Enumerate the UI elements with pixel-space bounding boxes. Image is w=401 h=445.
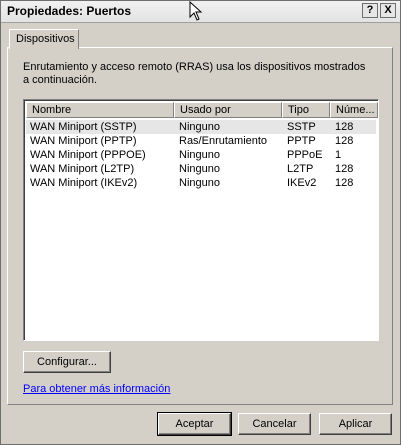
list-header: Nombre Usado por Tipo Núme... xyxy=(26,102,378,118)
devices-list[interactable]: Nombre Usado por Tipo Núme... WAN Minipo… xyxy=(23,99,379,341)
cell-numero: 128 xyxy=(335,135,354,147)
close-button[interactable]: X xyxy=(380,3,396,18)
cell-usado-por: Ninguno xyxy=(179,149,220,161)
cell-nombre: WAN Miniport (L2TP) xyxy=(30,163,135,175)
cancel-button[interactable]: Cancelar xyxy=(238,413,311,435)
cell-tipo: L2TP xyxy=(287,163,314,175)
cell-nombre: WAN Miniport (IKEv2) xyxy=(30,177,138,189)
table-row[interactable]: WAN Miniport (IKEv2) Ninguno IKEv2 128 xyxy=(26,176,376,190)
help-button[interactable]: ? xyxy=(362,3,378,18)
cell-numero: 128 xyxy=(335,121,354,133)
configure-button[interactable]: Configurar... xyxy=(23,351,111,373)
table-row[interactable]: WAN Miniport (PPPOE) Ninguno PPPoE 1 xyxy=(26,148,376,162)
column-header-numero[interactable]: Núme... xyxy=(330,102,378,118)
window-title: Propiedades: Puertos xyxy=(7,4,132,18)
column-header-usado-por[interactable]: Usado por xyxy=(174,102,282,118)
cell-numero: 128 xyxy=(335,177,354,189)
cell-tipo: IKEv2 xyxy=(287,177,317,189)
cell-tipo: PPPoE xyxy=(287,149,323,161)
cell-numero: 128 xyxy=(335,163,354,175)
cell-nombre: WAN Miniport (SSTP) xyxy=(30,121,137,133)
table-row[interactable]: WAN Miniport (L2TP) Ninguno L2TP 128 xyxy=(26,162,376,176)
cell-numero: 1 xyxy=(335,149,342,161)
cell-usado-por: Ninguno xyxy=(179,163,220,175)
apply-button[interactable]: Aplicar xyxy=(319,413,392,435)
column-header-nombre[interactable]: Nombre xyxy=(26,102,174,118)
mouse-cursor-icon xyxy=(189,1,203,21)
tab-label: Dispositivos xyxy=(16,33,75,45)
ok-button[interactable]: Aceptar xyxy=(157,412,232,436)
description-text: Enrutamiento y acceso remoto (RRAS) usa … xyxy=(23,61,366,86)
cell-usado-por: Ras/Enrutamiento xyxy=(179,135,268,147)
properties-dialog: Propiedades: Puertos ? X Dispositivos En… xyxy=(0,0,401,445)
more-info-link[interactable]: Para obtener más información xyxy=(23,383,170,395)
cell-nombre: WAN Miniport (PPPOE) xyxy=(30,149,146,161)
cell-usado-por: Ninguno xyxy=(179,121,220,133)
cell-nombre: WAN Miniport (PPTP) xyxy=(30,135,137,147)
table-row[interactable]: WAN Miniport (PPTP) Ras/Enrutamiento PPT… xyxy=(26,134,376,148)
tab-dispositivos[interactable]: Dispositivos xyxy=(9,29,79,49)
cell-usado-por: Ninguno xyxy=(179,177,220,189)
cell-tipo: PPTP xyxy=(287,135,316,147)
cell-tipo: SSTP xyxy=(287,121,316,133)
table-row[interactable]: WAN Miniport (SSTP) Ninguno SSTP 128 xyxy=(26,120,376,134)
column-header-tipo[interactable]: Tipo xyxy=(282,102,330,118)
